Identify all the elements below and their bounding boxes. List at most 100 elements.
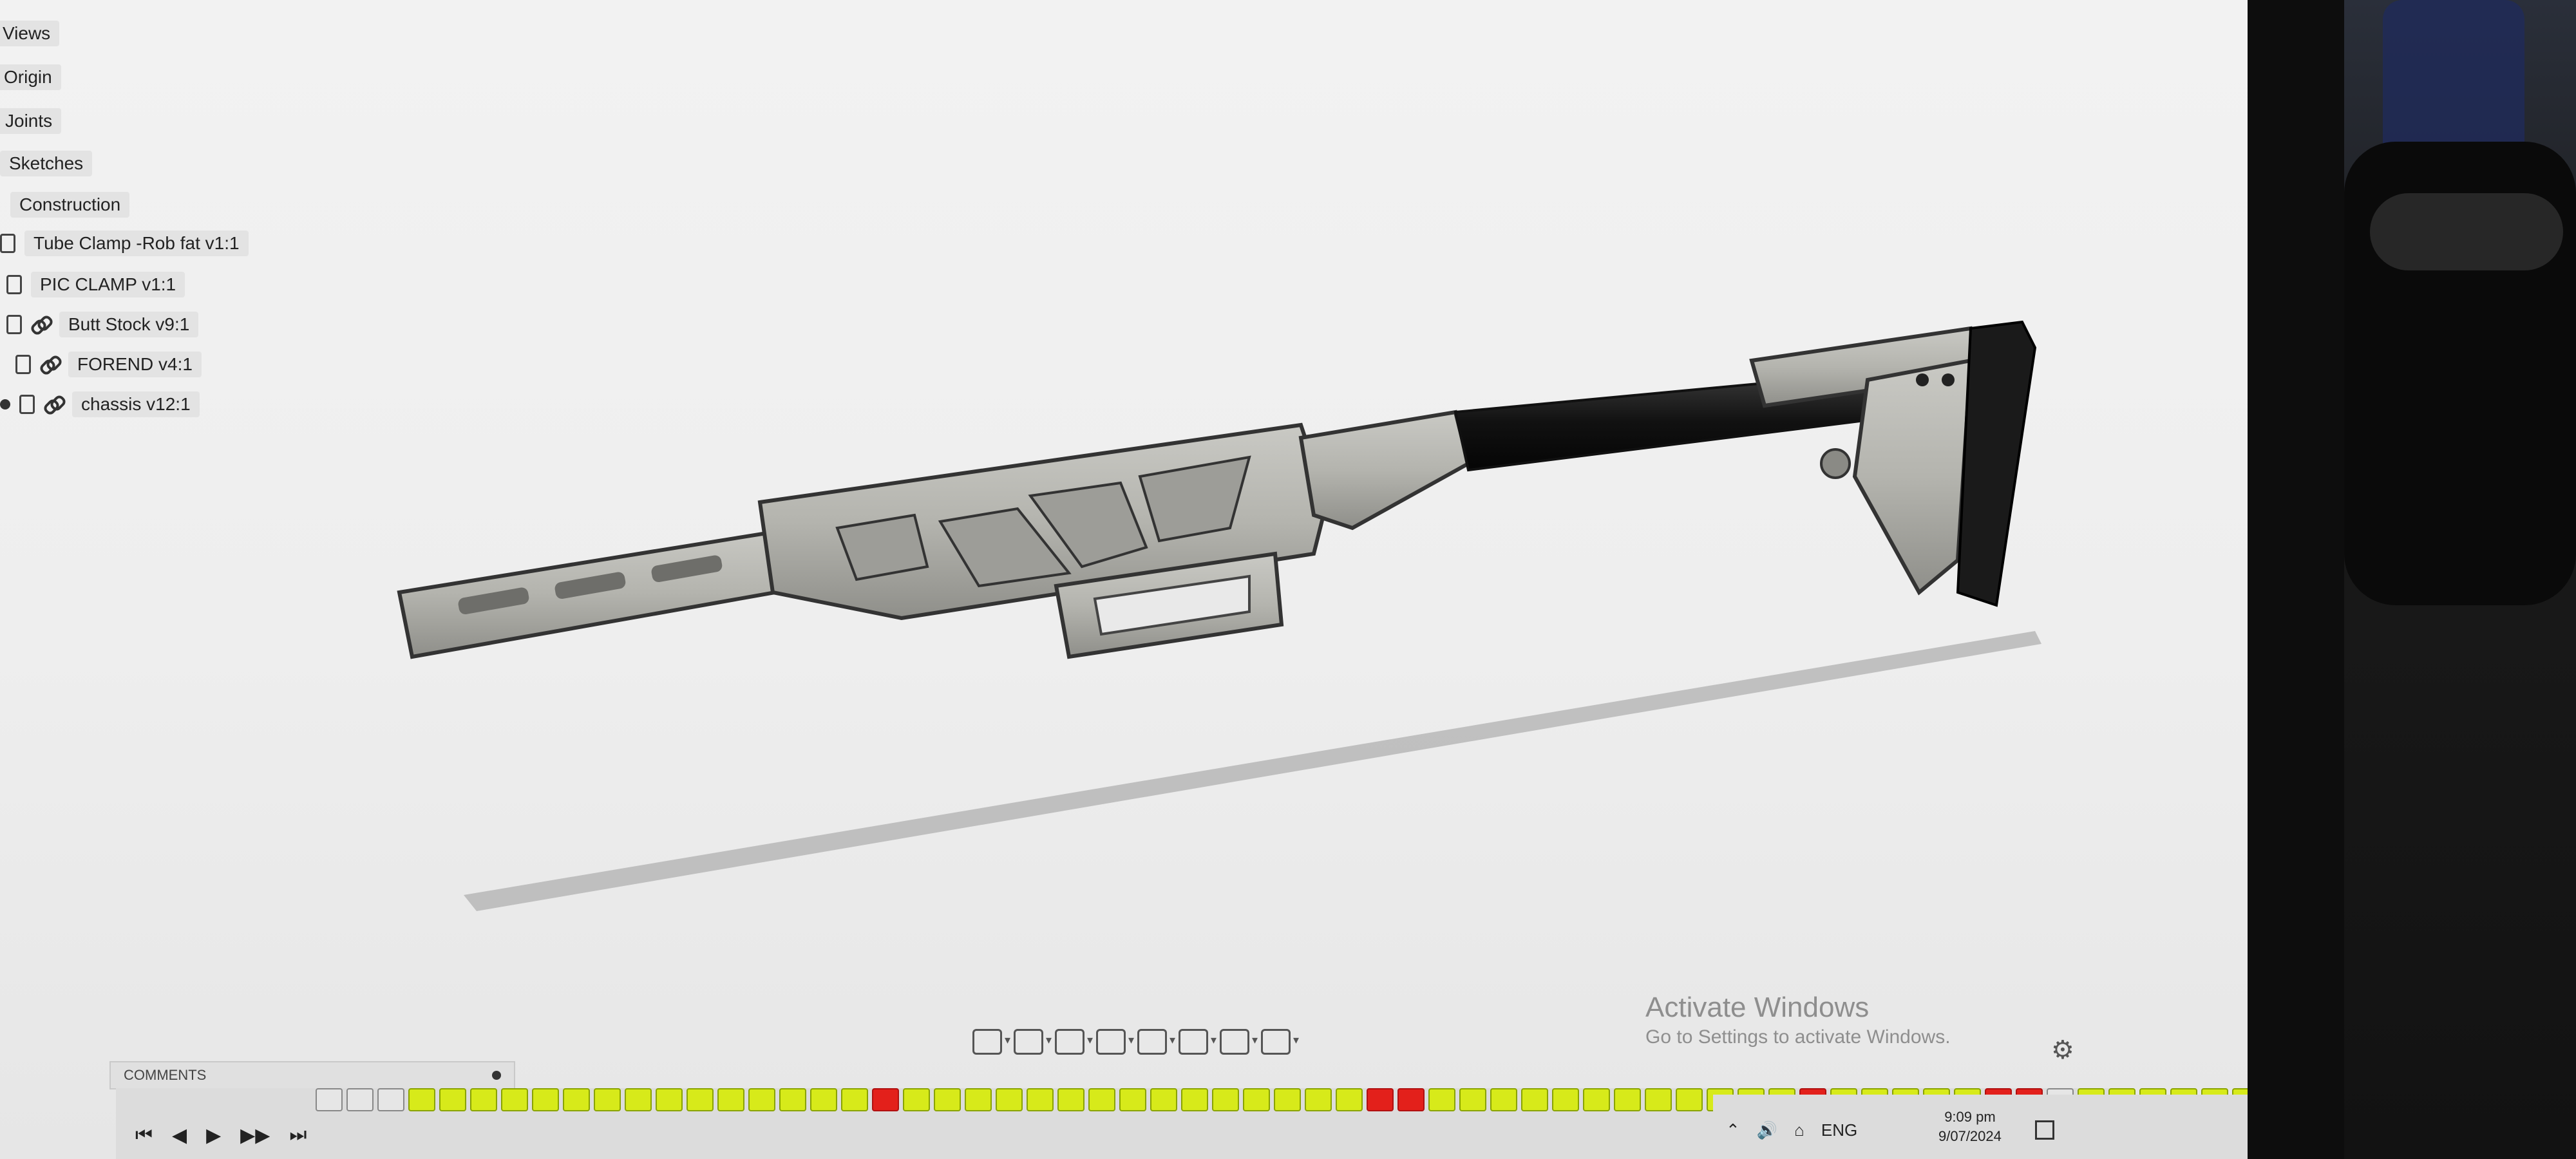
visibility-icon[interactable] (0, 399, 10, 410)
browser-item-tube-clamp[interactable]: Tube Clamp -Rob fat v1:1 (0, 229, 249, 258)
timeline-feature-marker[interactable] (656, 1088, 683, 1111)
browser-item-label: Sketches (0, 151, 93, 176)
timeline-feature-marker[interactable] (501, 1088, 528, 1111)
fusion-screen: Views Origin Joints Sketches Constructio… (0, 0, 2248, 1159)
timeline-feature-marker[interactable] (408, 1088, 435, 1111)
model-shadow (464, 631, 2041, 911)
timeline-feature-marker[interactable] (1336, 1088, 1363, 1111)
component-icon (0, 234, 15, 253)
timeline-feature-marker[interactable] (1645, 1088, 1672, 1111)
timeline-feature-marker[interactable] (1521, 1088, 1548, 1111)
timeline-feature-marker[interactable] (1274, 1088, 1301, 1111)
timeline-feature-marker[interactable] (1088, 1088, 1115, 1111)
browser-item-butt-stock[interactable]: Butt Stock v9:1 (6, 310, 199, 339)
rifle-chassis-model[interactable] (386, 283, 2112, 927)
link-icon (44, 395, 63, 414)
windows-taskbar: ⌃ 🔊 ⌂ ENG 9:09 pm 9/07/2024 (1713, 1095, 2248, 1159)
display-settings-icon[interactable] (1179, 1029, 1217, 1055)
browser-item-forend[interactable]: FOREND v4:1 (15, 350, 202, 379)
timeline-controls: ⏮ ◀ ▶ ▶▶ ⏭ (135, 1124, 307, 1147)
timeline-feature-marker[interactable] (594, 1088, 621, 1111)
timeline-feature-marker[interactable] (1676, 1088, 1703, 1111)
timeline-feature-marker[interactable] (470, 1088, 497, 1111)
grid-settings-icon[interactable] (1220, 1029, 1258, 1055)
zoom-icon[interactable] (1096, 1029, 1134, 1055)
browser-item-sketches[interactable]: Sketches (0, 149, 93, 178)
timeline-feature-marker[interactable] (996, 1088, 1023, 1111)
browser-item-views[interactable]: Views (0, 19, 60, 48)
timeline-feature-marker[interactable] (1490, 1088, 1517, 1111)
timeline-feature-marker[interactable] (717, 1088, 744, 1111)
watermark-title: Activate Windows (1645, 992, 1870, 1023)
timeline-feature-marker[interactable] (1212, 1088, 1239, 1111)
timeline-feature-marker[interactable] (439, 1088, 466, 1111)
browser-item-chassis[interactable]: chassis v12:1 (0, 390, 200, 419)
timeline-feature-marker[interactable] (1552, 1088, 1579, 1111)
watermark-subtitle: Go to Settings to activate Windows. (1645, 1026, 1951, 1048)
component-icon (15, 355, 31, 374)
timeline-feature-marker[interactable] (841, 1088, 868, 1111)
browser-item-pic-clamp[interactable]: PIC CLAMP v1:1 (6, 270, 185, 299)
timeline-feature-marker[interactable] (563, 1088, 590, 1111)
activate-windows-watermark: Activate Windows Go to Settings to activ… (1645, 992, 1951, 1048)
comments-toggle-icon[interactable] (492, 1071, 501, 1080)
timeline-feature-marker[interactable] (1397, 1088, 1425, 1111)
timeline-feature-marker[interactable] (965, 1088, 992, 1111)
timeline-feature-marker[interactable] (1428, 1088, 1455, 1111)
browser-item-label: Tube Clamp -Rob fat v1:1 (24, 231, 249, 256)
monitor-bezel (2248, 0, 2344, 1159)
browser-item-label: Butt Stock v9:1 (59, 312, 199, 337)
viewports-icon[interactable] (1261, 1029, 1299, 1055)
link-icon (31, 315, 50, 334)
timeline-feature-marker[interactable] (903, 1088, 930, 1111)
timeline-feature-marker[interactable] (532, 1088, 559, 1111)
timeline-feature-marker[interactable] (1243, 1088, 1270, 1111)
fit-icon[interactable] (1137, 1029, 1175, 1055)
timeline-feature-marker[interactable] (1057, 1088, 1084, 1111)
browser-item-label: FOREND v4:1 (68, 352, 202, 377)
look-at-icon[interactable] (1014, 1029, 1052, 1055)
timeline-feature-marker[interactable] (1367, 1088, 1394, 1111)
timeline-next-button[interactable]: ▶▶ (240, 1124, 270, 1147)
timeline-feature-marker[interactable] (1583, 1088, 1610, 1111)
timeline-feature-marker[interactable] (779, 1088, 806, 1111)
timeline-feature-marker[interactable] (934, 1088, 961, 1111)
timeline-feature-marker[interactable] (625, 1088, 652, 1111)
browser-item-label: PIC CLAMP v1:1 (31, 272, 185, 297)
notifications-icon[interactable] (2035, 1120, 2054, 1140)
timeline-first-button[interactable]: ⏮ (135, 1124, 153, 1147)
timeline-feature-marker[interactable] (872, 1088, 899, 1111)
comments-panel[interactable]: COMMENTS (109, 1061, 515, 1089)
timeline-feature-marker[interactable] (377, 1088, 404, 1111)
timeline-feature-marker[interactable] (316, 1088, 343, 1111)
browser-item-joints[interactable]: Joints (0, 107, 62, 135)
timeline-feature-marker[interactable] (1181, 1088, 1208, 1111)
forend (397, 525, 814, 659)
timeline-feature-marker[interactable] (810, 1088, 837, 1111)
timeline-feature-marker[interactable] (748, 1088, 775, 1111)
timeline-feature-marker[interactable] (1150, 1088, 1177, 1111)
timeline-prev-button[interactable]: ◀ (172, 1124, 187, 1147)
browser-item-construction[interactable]: Construction (10, 191, 130, 219)
timeline-settings-gear-icon[interactable]: ⚙ (2051, 1035, 2074, 1065)
timeline-feature-marker[interactable] (1459, 1088, 1486, 1111)
taskbar-clock[interactable]: 9:09 pm 9/07/2024 (1938, 1107, 2002, 1146)
timeline-feature-marker[interactable] (1119, 1088, 1146, 1111)
pan-hand-icon[interactable] (1055, 1029, 1093, 1055)
comments-label: COMMENTS (124, 1067, 207, 1083)
network-icon[interactable]: ⌂ (1794, 1120, 1804, 1140)
timeline-feature-marker[interactable] (1614, 1088, 1641, 1111)
timeline-play-button[interactable]: ▶ (206, 1124, 221, 1147)
language-indicator[interactable]: ENG (1821, 1120, 1857, 1140)
link-icon (40, 355, 59, 374)
timeline-last-button[interactable]: ⏭ (289, 1124, 307, 1147)
browser-item-origin[interactable]: Origin (0, 63, 61, 91)
volume-icon[interactable]: 🔊 (1757, 1120, 1777, 1140)
timeline-feature-marker[interactable] (1027, 1088, 1054, 1111)
timeline-feature-marker[interactable] (1305, 1088, 1332, 1111)
orbit-icon[interactable] (972, 1029, 1010, 1055)
browser-item-label: Views (0, 21, 60, 46)
timeline-feature-marker[interactable] (687, 1088, 714, 1111)
timeline-feature-marker[interactable] (346, 1088, 374, 1111)
show-hidden-icons-icon[interactable]: ⌃ (1726, 1120, 1740, 1140)
